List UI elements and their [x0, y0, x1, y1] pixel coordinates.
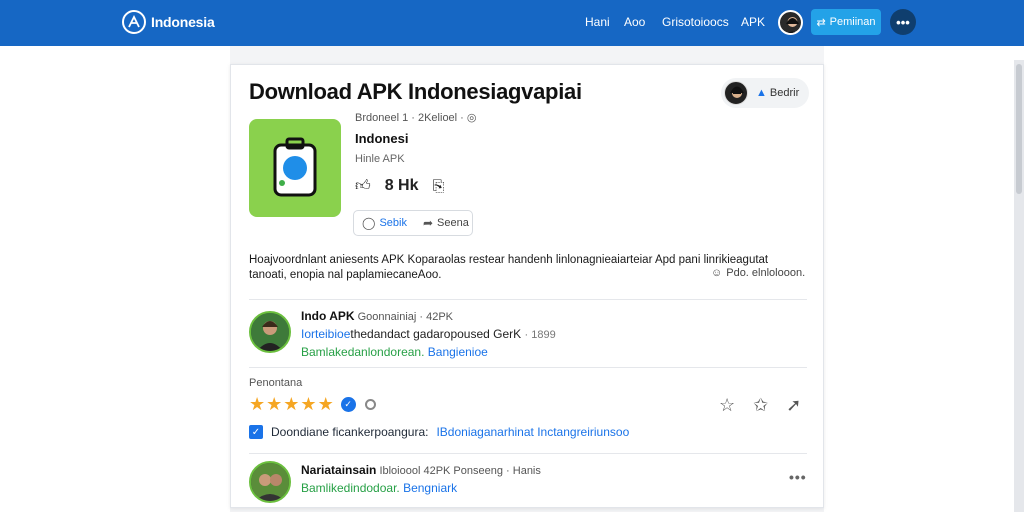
app-detail-card: Download APK Indonesiagvapiai ▲ Bedrir B…: [230, 64, 824, 508]
left-gutter: [0, 46, 230, 512]
scrollbar-thumb[interactable]: [1016, 64, 1022, 194]
share-icon: ➦: [422, 216, 434, 230]
star-icon[interactable]: ★: [249, 395, 265, 413]
page-title: Download APK Indonesiagvapiai: [249, 79, 582, 104]
author-avatar: [724, 81, 748, 105]
divider: [249, 299, 807, 300]
comment-tag[interactable]: Bamlakedanlondorean.: [301, 345, 424, 359]
comment-meta: Goonnainiaj · 42PK: [357, 311, 454, 323]
top-navbar: Indonesia Hani Aoo Grisotoioocs APK ⇄ Pe…: [0, 0, 1024, 46]
description-note-text: Pdo. elnlolooon.: [726, 267, 806, 279]
comment-icon: ◯: [362, 216, 376, 230]
rating-stars[interactable]: ★ ★ ★ ★ ★ ✓: [249, 395, 376, 413]
sparkle-icon[interactable]: ✩: [753, 395, 768, 416]
like-row: 👍︎ 8 Hk ⎘: [355, 177, 445, 195]
star-icon[interactable]: ★: [283, 395, 299, 413]
author-chip[interactable]: ▲ Bedrir: [721, 78, 809, 108]
app-meta: Brdoneel 1 · 2Kelioel · ◎: [355, 112, 477, 124]
thumbs-up-icon: ▲: [756, 87, 767, 99]
app-icon: [249, 119, 341, 217]
comment-text: thedandact gadaropoused GerK: [350, 327, 522, 341]
more-menu-button[interactable]: •••: [890, 9, 916, 35]
consent-checkbox[interactable]: ✓: [249, 425, 263, 439]
divider: [249, 453, 807, 454]
favorite-star-icon[interactable]: ☆: [719, 395, 735, 416]
share-label: Seena: [437, 217, 469, 229]
comment-time: · 1899: [524, 329, 556, 341]
commenter-avatar[interactable]: [249, 461, 291, 503]
rating-actions: ☆ ✩ ➚: [719, 395, 801, 416]
comment-tag[interactable]: Bamlikedindodoar.: [301, 481, 400, 495]
user-avatar[interactable]: [778, 10, 803, 35]
radio-icon[interactable]: [364, 398, 376, 410]
like-count: 8 Hk: [384, 177, 419, 194]
comment-meta: Ibloioool 42PK Ponseeng · Hanis: [379, 465, 541, 477]
star-icon[interactable]: ★: [318, 395, 334, 413]
link-icon: ⇄: [816, 16, 826, 29]
logo-a-icon: [122, 10, 146, 34]
comment-link-2[interactable]: Bengniark: [403, 481, 457, 495]
commenter-avatar[interactable]: [249, 311, 291, 353]
primary-cta-button[interactable]: ⇄ Pemiinan: [811, 9, 881, 35]
comment-more-button[interactable]: •••: [789, 469, 807, 485]
commenter-name[interactable]: Nariatainsain: [301, 463, 376, 477]
cta-label: Pemiinan: [829, 16, 876, 28]
nav-item-4[interactable]: APK: [741, 15, 765, 29]
consent-link[interactable]: IBdoniaganarhinat Inctangreiriunsoo: [436, 425, 629, 439]
star-icon[interactable]: ★: [266, 395, 282, 413]
comment-button[interactable]: ◯ Sebik: [354, 216, 415, 230]
like-icon[interactable]: 👍︎: [355, 177, 371, 195]
consent-text: Doondiane ficankerpoangura:: [271, 425, 429, 439]
star-icon[interactable]: ★: [300, 395, 316, 413]
author-chip-label: Bedrir: [769, 87, 800, 99]
comment-link-2[interactable]: Bangienioe: [428, 345, 488, 359]
app-name: Indonesi: [355, 131, 409, 146]
divider: [249, 367, 807, 368]
right-gutter: [824, 46, 1024, 512]
verified-icon: ✓: [340, 396, 356, 412]
forward-arrow-icon[interactable]: ➚: [786, 395, 801, 416]
dislike-icon[interactable]: ⎘: [432, 178, 444, 195]
comment-label: Sebik: [379, 217, 407, 229]
share-actions: ◯ Sebik ➦ Seena: [353, 210, 473, 236]
brand-name: Indonesia: [151, 14, 215, 30]
commenter-name[interactable]: Indo APK: [301, 309, 355, 323]
share-button[interactable]: ➦ Seena: [415, 216, 477, 230]
nav-item-2[interactable]: Aoo: [624, 15, 645, 29]
nav-item-1[interactable]: Hani: [585, 15, 610, 29]
description-note: ☺ Pdo. elnlolooon.: [711, 267, 805, 279]
consent-row: ✓ Doondiane ficankerpoangura: IBdoniagan…: [249, 425, 629, 439]
brand-logo[interactable]: Indonesia: [122, 10, 215, 34]
smile-icon: ☺: [711, 267, 723, 279]
comment-link[interactable]: Iorteibioe: [301, 327, 350, 341]
nav-item-3[interactable]: Grisotoioocs: [662, 15, 729, 29]
section-label: Penontana: [249, 377, 303, 389]
app-subtitle: Hinle APK: [355, 153, 405, 165]
